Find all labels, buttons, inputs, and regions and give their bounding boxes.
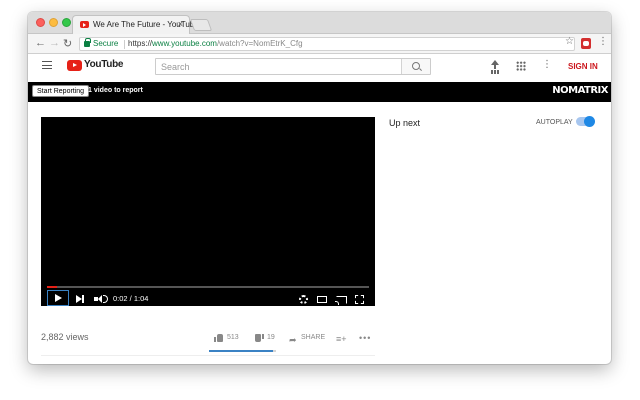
- report-count-text: 1 video to report: [88, 87, 143, 94]
- youtube-logo-text: YouTube: [84, 59, 124, 70]
- cast-icon[interactable]: [335, 296, 347, 305]
- search-input[interactable]: [156, 59, 404, 74]
- tab-close-icon[interactable]: ×: [178, 19, 183, 29]
- browser-toolbar: ← → ↻ Secure https://www.youtube.com/wat…: [28, 34, 611, 54]
- nomatrix-logo: NOMATRIX: [552, 85, 608, 96]
- secure-label: Secure: [93, 39, 119, 48]
- sign-in-button[interactable]: SIGN IN: [568, 62, 598, 71]
- volume-wave-icon: [103, 295, 108, 303]
- settings-gear-icon[interactable]: [299, 295, 308, 304]
- forward-arrow-icon[interactable]: →: [49, 37, 60, 49]
- upload-icon[interactable]: [490, 60, 500, 72]
- next-video-icon[interactable]: [76, 295, 85, 303]
- browser-tab-active[interactable]: We Are The Future - YouTube ×: [72, 15, 199, 35]
- maximize-window-button[interactable]: [62, 18, 71, 27]
- start-reporting-button[interactable]: Start Reporting: [32, 85, 90, 97]
- back-arrow-icon[interactable]: ←: [35, 37, 46, 49]
- up-next-heading: Up next: [389, 118, 421, 128]
- nomatrix-banner: Start Reporting 1 video to report NOMATR…: [28, 82, 611, 102]
- bookmark-star-icon[interactable]: ☆: [565, 36, 574, 47]
- hamburger-menu-icon[interactable]: [42, 61, 52, 69]
- video-player[interactable]: 0:02 / 1:04: [41, 117, 375, 306]
- search-box: [155, 58, 431, 75]
- url-text[interactable]: https://www.youtube.com/watch?v=NomEtrK_…: [128, 39, 303, 48]
- address-bar[interactable]: Secure https://www.youtube.com/watch?v=N…: [79, 37, 575, 51]
- section-divider: [41, 355, 375, 356]
- url-path: /watch?v=NomEtrK_Cfg: [216, 39, 303, 48]
- settings-more-icon[interactable]: ⋮: [542, 59, 552, 70]
- browser-menu-icon[interactable]: ⋮: [598, 36, 608, 47]
- url-scheme: https://: [128, 39, 153, 48]
- apps-grid-icon[interactable]: [516, 61, 526, 71]
- url-host: www.youtube.com: [152, 39, 217, 48]
- new-tab-button[interactable]: [189, 19, 213, 31]
- progress-bar[interactable]: [47, 286, 369, 288]
- tab-strip: We Are The Future - YouTube ×: [28, 12, 611, 35]
- like-ratio-bar: [209, 350, 276, 352]
- share-button[interactable]: SHARE: [301, 334, 325, 341]
- search-button-icon[interactable]: [401, 59, 430, 74]
- fullscreen-icon[interactable]: [355, 295, 364, 304]
- minimize-window-button[interactable]: [49, 18, 58, 27]
- autoplay-toggle[interactable]: [576, 116, 595, 127]
- share-icon[interactable]: ➦: [289, 335, 297, 346]
- thumbs-up-icon[interactable]: [214, 334, 223, 342]
- dislike-count[interactable]: 19: [267, 334, 275, 341]
- lock-icon: [84, 38, 91, 47]
- extension-icon[interactable]: [581, 38, 591, 49]
- progress-bar-fill: [47, 286, 57, 288]
- more-actions-icon[interactable]: •••: [359, 333, 371, 343]
- like-ratio-fill: [209, 350, 274, 352]
- thumbs-down-icon[interactable]: [255, 334, 264, 342]
- youtube-header: YouTube ⋮ SIGN IN: [28, 55, 611, 79]
- reload-icon[interactable]: ↻: [63, 37, 72, 50]
- autoplay-label: AUTOPLAY: [536, 119, 573, 126]
- like-count[interactable]: 513: [227, 334, 239, 341]
- add-to-playlist-icon[interactable]: ≡+: [336, 334, 347, 344]
- view-count: 2,882 views: [41, 332, 89, 342]
- youtube-play-logo-icon: [67, 60, 82, 71]
- youtube-favicon-icon: [80, 21, 89, 28]
- theater-mode-icon[interactable]: [317, 296, 327, 303]
- address-divider: [124, 40, 125, 49]
- play-button-icon[interactable]: [47, 290, 69, 306]
- video-timecode: 0:02 / 1:04: [113, 294, 149, 303]
- close-window-button[interactable]: [36, 18, 45, 27]
- browser-window: We Are The Future - YouTube × ← → ↻ Secu…: [28, 12, 611, 364]
